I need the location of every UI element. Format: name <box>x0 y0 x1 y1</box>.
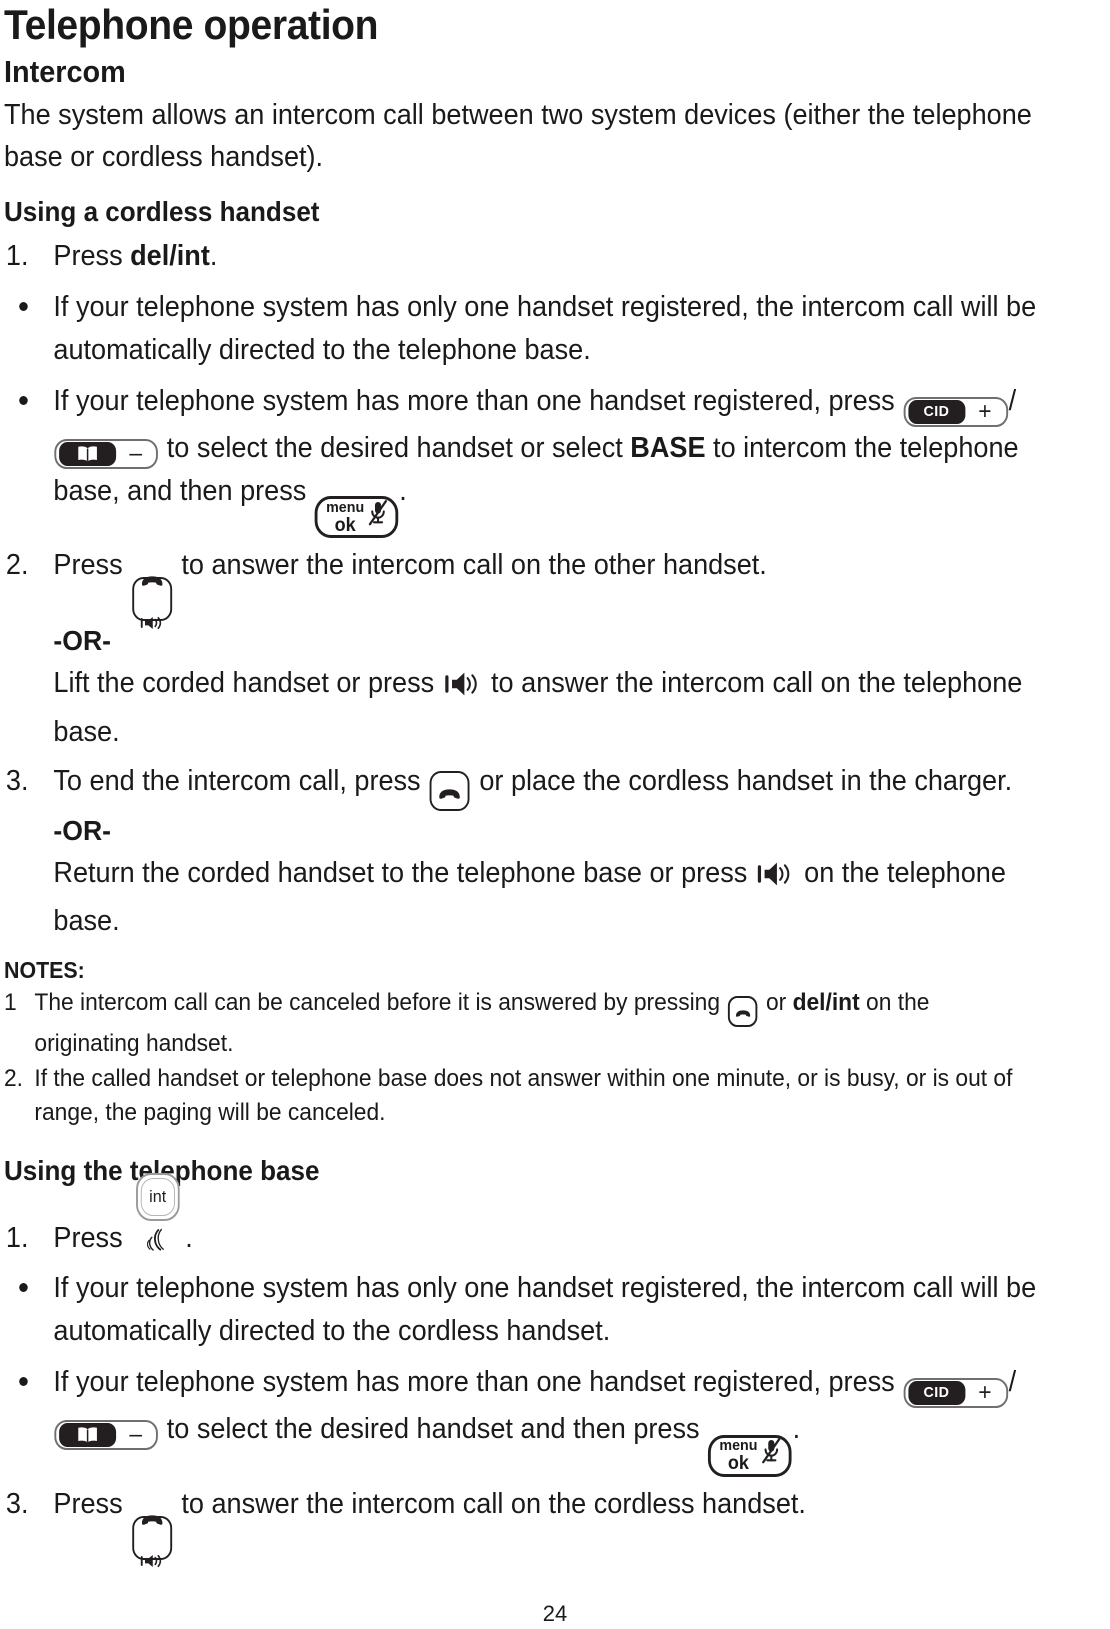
handset-icon <box>734 994 751 1028</box>
minus-icon: – <box>129 1421 143 1449</box>
step-text: Press int . <box>53 1172 193 1254</box>
notes-heading: NOTES: <box>4 957 85 984</box>
directory-down-key[interactable]: – <box>54 438 159 469</box>
step-text: To end the intercom call, press or place… <box>53 765 1039 938</box>
book-icon <box>75 445 100 463</box>
menu-ok-key[interactable]: menu ok <box>708 1434 792 1477</box>
talk-speaker-key[interactable] <box>132 1514 172 1568</box>
or-separator: -OR- <box>53 625 112 657</box>
step-marker: 3. <box>5 764 29 797</box>
bullet-text: If your telephone system has more than o… <box>53 1366 1016 1477</box>
cordless-steps-2: 2. Press to answer the intercom call on … <box>4 544 1094 753</box>
list-item: 3. To end the intercom call, press or pl… <box>4 760 1040 943</box>
bullet-text: If your telephone system has only one ha… <box>53 1272 1037 1348</box>
menu-ok-labels: menu ok <box>326 500 364 535</box>
note-item-1: 1 The intercom call can be canceled befo… <box>4 986 1040 1061</box>
bullet-dot-icon <box>19 395 28 405</box>
intro-paragraph: The system allows an intercom call betwe… <box>4 99 1032 174</box>
cid-chip-label: CID <box>907 1381 965 1406</box>
book-chip <box>59 441 117 466</box>
base-speaker-icon <box>444 668 482 711</box>
base-option-label: BASE <box>630 431 706 464</box>
bullet-dot-icon <box>19 1283 28 1293</box>
cordless-steps-3: 3. To end the intercom call, press or pl… <box>4 760 1094 943</box>
ok-label: ok <box>727 1453 749 1475</box>
cordless-bullets: If your telephone system has only one ha… <box>4 286 1094 539</box>
cid-up-key[interactable]: CID + <box>903 396 1008 427</box>
bullet-dot-icon <box>19 302 28 312</box>
int-key-body: int <box>135 1172 180 1221</box>
alt-instruction: Lift the corded handset or press to answ… <box>53 667 1023 748</box>
end-call-key[interactable] <box>430 770 470 813</box>
delint-key-label: del/int <box>130 240 210 273</box>
speaker-icon <box>139 1539 166 1582</box>
bullet-text: If your telephone system has only one ha… <box>53 291 1037 366</box>
handset-icon <box>140 557 165 600</box>
cid-chip-label: CID <box>907 399 965 424</box>
note-text: If the called handset or telephone base … <box>34 1064 1013 1126</box>
mute-microphone-icon <box>761 1434 782 1477</box>
speaker-icon <box>139 601 166 644</box>
menu-label: menu <box>719 1437 758 1455</box>
handset-icon <box>438 770 463 813</box>
cordless-steps: 1. Press del/int. <box>4 235 1094 278</box>
mute-microphone-icon <box>368 496 389 539</box>
book-chip <box>59 1423 117 1448</box>
menu-ok-labels: menu ok <box>719 1438 757 1473</box>
menu-ok-key[interactable]: menu ok <box>314 496 399 539</box>
book-icon <box>75 1426 100 1444</box>
end-call-key-small[interactable] <box>728 994 758 1028</box>
talk-speaker-key[interactable] <box>132 576 172 630</box>
list-item: If your telephone system has only one ha… <box>4 286 1040 372</box>
section-heading-intercom: Intercom <box>4 54 126 90</box>
paging-handset-icon <box>143 1223 170 1266</box>
list-item: 2. Press to answer the intercom call on … <box>4 544 1040 753</box>
delint-key-label: del/int <box>792 989 860 1017</box>
base-bullets: If your telephone system has only one ha… <box>4 1267 1094 1477</box>
base-steps: 1. Press int . <box>4 1172 1094 1260</box>
minus-icon: – <box>129 439 143 467</box>
list-item: If your telephone system has only one ha… <box>4 1267 1040 1353</box>
step-text: Press to answer the intercom call on the… <box>53 549 1039 748</box>
handset-icon <box>140 1496 165 1539</box>
alt-instruction: Return the corded handset to the telepho… <box>53 856 1006 938</box>
menu-label: menu <box>326 498 365 516</box>
step-marker: 1. <box>5 240 29 273</box>
page-number: 24 <box>542 1601 568 1626</box>
step-marker: 2. <box>5 549 29 582</box>
step-text: Press to answer the intercom call on the… <box>53 1488 806 1568</box>
manual-page: Telephone operation Intercom The system … <box>0 0 1110 1629</box>
list-item: If your telephone system has more than o… <box>4 380 1040 539</box>
or-separator: -OR- <box>53 814 112 846</box>
bullet-text: If your telephone system has more than o… <box>53 385 1019 539</box>
subheading-using-cordless-handset: Using a cordless handset <box>4 195 320 227</box>
plus-icon: + <box>978 397 992 425</box>
note-text: The intercom call can be canceled before… <box>34 989 930 1057</box>
ok-label: ok <box>334 514 356 536</box>
note-marker: 2. <box>4 1064 24 1092</box>
step-marker: 1. <box>5 1221 29 1254</box>
cid-up-key[interactable]: CID + <box>903 1378 1008 1409</box>
list-item: 3. Press to answer the intercom call on … <box>4 1483 1040 1568</box>
base-speaker-icon <box>757 858 795 901</box>
note-item-2: 2. If the called handset or telephone ba… <box>4 1062 1040 1130</box>
plus-icon: + <box>978 1379 992 1407</box>
list-item: 1. Press del/int. <box>4 235 1040 278</box>
list-item: 1. Press int . <box>4 1172 1040 1260</box>
page-title: Telephone operation <box>4 1 379 48</box>
step-marker: 3. <box>5 1487 29 1520</box>
bullet-dot-icon <box>19 1376 28 1386</box>
int-key[interactable]: int <box>132 1172 183 1251</box>
step-text: Press del/int. <box>53 240 218 273</box>
list-item: If your telephone system has more than o… <box>4 1361 1040 1477</box>
directory-down-key[interactable]: – <box>54 1420 159 1451</box>
int-label: int <box>140 1177 175 1216</box>
base-steps-3: 3. Press to answer the intercom call on … <box>4 1483 1094 1568</box>
note-marker: 1 <box>4 989 17 1017</box>
